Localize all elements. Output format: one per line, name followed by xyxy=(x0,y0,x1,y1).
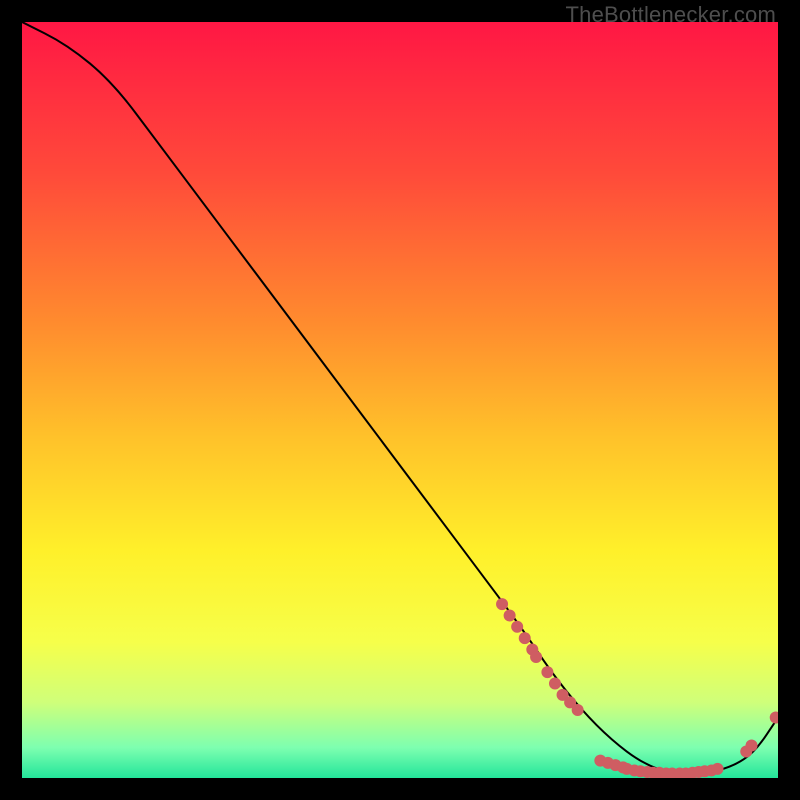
chart-marker xyxy=(504,609,516,621)
chart-background xyxy=(22,22,778,778)
watermark-text: TheBottlenecker.com xyxy=(566,2,776,28)
chart-marker xyxy=(541,666,553,678)
chart-marker xyxy=(549,678,561,690)
chart-svg xyxy=(22,22,778,778)
chart-stage: TheBottlenecker.com xyxy=(0,0,800,800)
chart-plot-area xyxy=(22,22,778,778)
chart-marker xyxy=(746,739,758,751)
chart-marker xyxy=(496,598,508,610)
chart-marker xyxy=(530,651,542,663)
chart-marker xyxy=(712,763,724,775)
chart-marker xyxy=(519,632,531,644)
chart-marker xyxy=(511,621,523,633)
chart-marker xyxy=(572,704,584,716)
